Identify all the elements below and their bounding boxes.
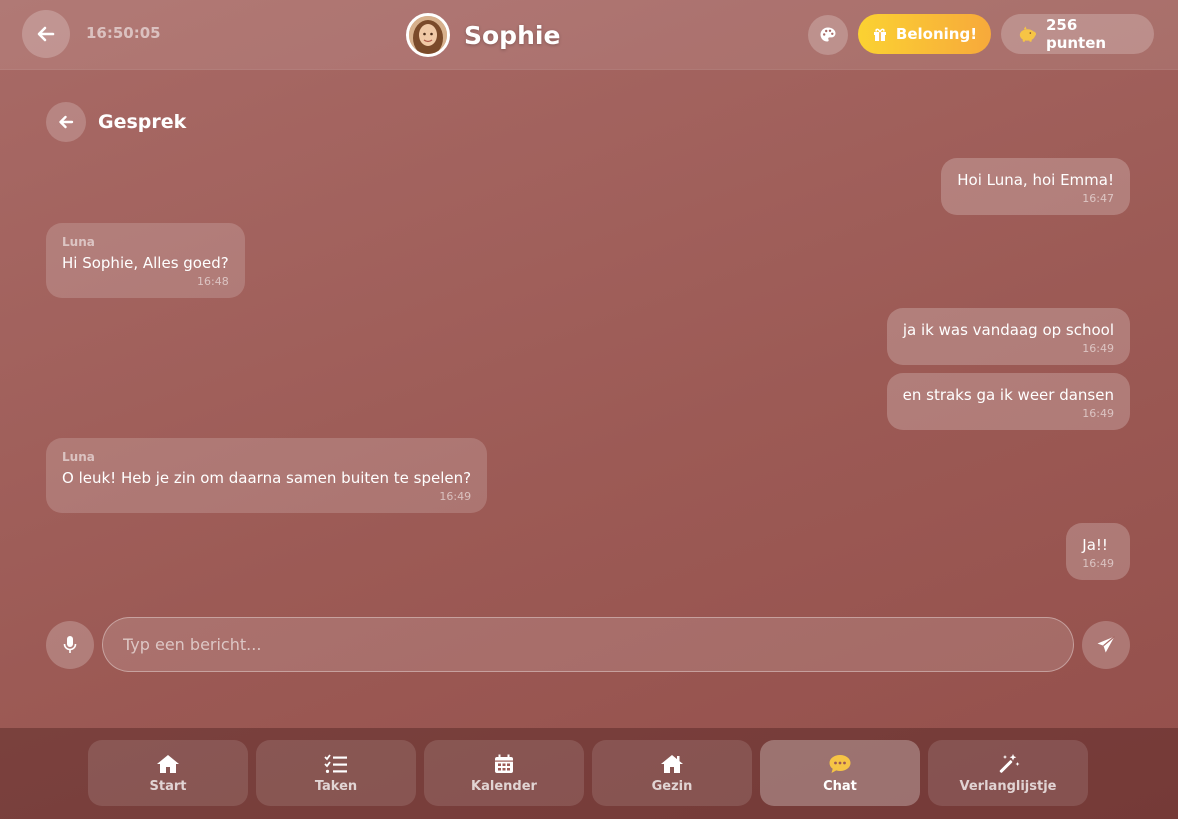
message-input[interactable]: [103, 618, 1073, 671]
conversation-back-button[interactable]: [46, 102, 86, 142]
reward-label: Beloning!: [895, 25, 978, 43]
theme-button[interactable]: [808, 15, 848, 55]
message-time: 16:49: [1082, 407, 1114, 420]
message-text: en straks ga ik weer dansen: [902, 386, 1114, 404]
magic-wand-icon: [995, 753, 1021, 775]
voice-record-button[interactable]: [46, 621, 94, 669]
send-button[interactable]: [1082, 621, 1130, 669]
nav-label: Gezin: [651, 778, 693, 794]
back-button[interactable]: [22, 10, 70, 58]
top-bar: 16:50:05 Sophie Beloning! 256 punten: [0, 0, 1178, 70]
bottom-navigation: Start Taken Kalender Gezin Chat Verlangl…: [0, 728, 1178, 819]
nav-item-gezin[interactable]: Gezin: [592, 740, 752, 806]
arrow-left-icon: [37, 26, 55, 42]
message-text: Ja!!: [1082, 536, 1108, 554]
home-icon: [155, 753, 181, 775]
message-bubble-sent: Ja!! 16:49: [1066, 523, 1130, 580]
message-bubble-sent: en straks ga ik weer dansen 16:49: [886, 373, 1130, 430]
message-text: O leuk! Heb je zin om daarna samen buite…: [62, 469, 472, 487]
nav-label: Chat: [823, 778, 857, 794]
nav-item-verlanglijstje[interactable]: Verlanglijstje: [928, 740, 1088, 806]
checklist-icon: [323, 753, 349, 775]
nav-item-kalender[interactable]: Kalender: [424, 740, 584, 806]
avatar: [406, 13, 450, 57]
points-label: 256 punten: [1045, 16, 1107, 52]
message-sender: Luna: [62, 235, 95, 249]
family-home-icon: [659, 753, 685, 775]
nav-label: Kalender: [471, 778, 537, 794]
message-sender: Luna: [62, 450, 95, 464]
nav-label: Verlanglijstje: [959, 778, 1057, 794]
nav-label: Start: [149, 778, 187, 794]
palette-icon: [820, 27, 836, 42]
nav-item-start[interactable]: Start: [88, 740, 248, 806]
profile-header[interactable]: Sophie: [406, 12, 560, 58]
message-bubble-received: Luna O leuk! Heb je zin om daarna samen …: [46, 438, 488, 513]
message-time: 16:49: [1082, 342, 1114, 355]
points-badge[interactable]: 256 punten: [1001, 14, 1154, 54]
nav-label: Taken: [314, 778, 358, 794]
message-time: 16:49: [1082, 557, 1114, 570]
message-text: Hoi Luna, hoi Emma!: [957, 171, 1114, 189]
message-bubble-sent: Hoi Luna, hoi Emma! 16:47: [941, 158, 1130, 215]
gift-icon: [873, 28, 886, 41]
message-time: 16:47: [1082, 192, 1114, 205]
clock-time: 16:50:05: [86, 24, 161, 42]
reward-button[interactable]: Beloning!: [858, 14, 991, 54]
message-time: 16:49: [439, 490, 472, 503]
message-input-field[interactable]: [102, 617, 1074, 672]
calendar-icon: [491, 753, 517, 775]
chat-bubble-icon: [827, 753, 853, 775]
paper-plane-icon: [1097, 636, 1115, 653]
message-text: Hi Sophie, Alles goed?: [62, 254, 229, 272]
conversation-title: Gesprek: [98, 111, 187, 133]
piggy-bank-icon: [1019, 26, 1037, 42]
microphone-icon: [63, 636, 77, 653]
profile-name: Sophie: [464, 20, 561, 50]
message-bubble-received: Luna Hi Sophie, Alles goed? 16:48: [46, 223, 245, 298]
message-text: ja ik was vandaag op school: [902, 321, 1114, 339]
conversation-header: Gesprek: [46, 102, 186, 142]
message-time: 16:48: [197, 275, 229, 288]
message-bubble-sent: ja ik was vandaag op school 16:49: [886, 308, 1130, 365]
nav-item-chat[interactable]: Chat: [760, 740, 920, 806]
nav-item-taken[interactable]: Taken: [256, 740, 416, 806]
arrow-left-icon: [59, 115, 74, 129]
